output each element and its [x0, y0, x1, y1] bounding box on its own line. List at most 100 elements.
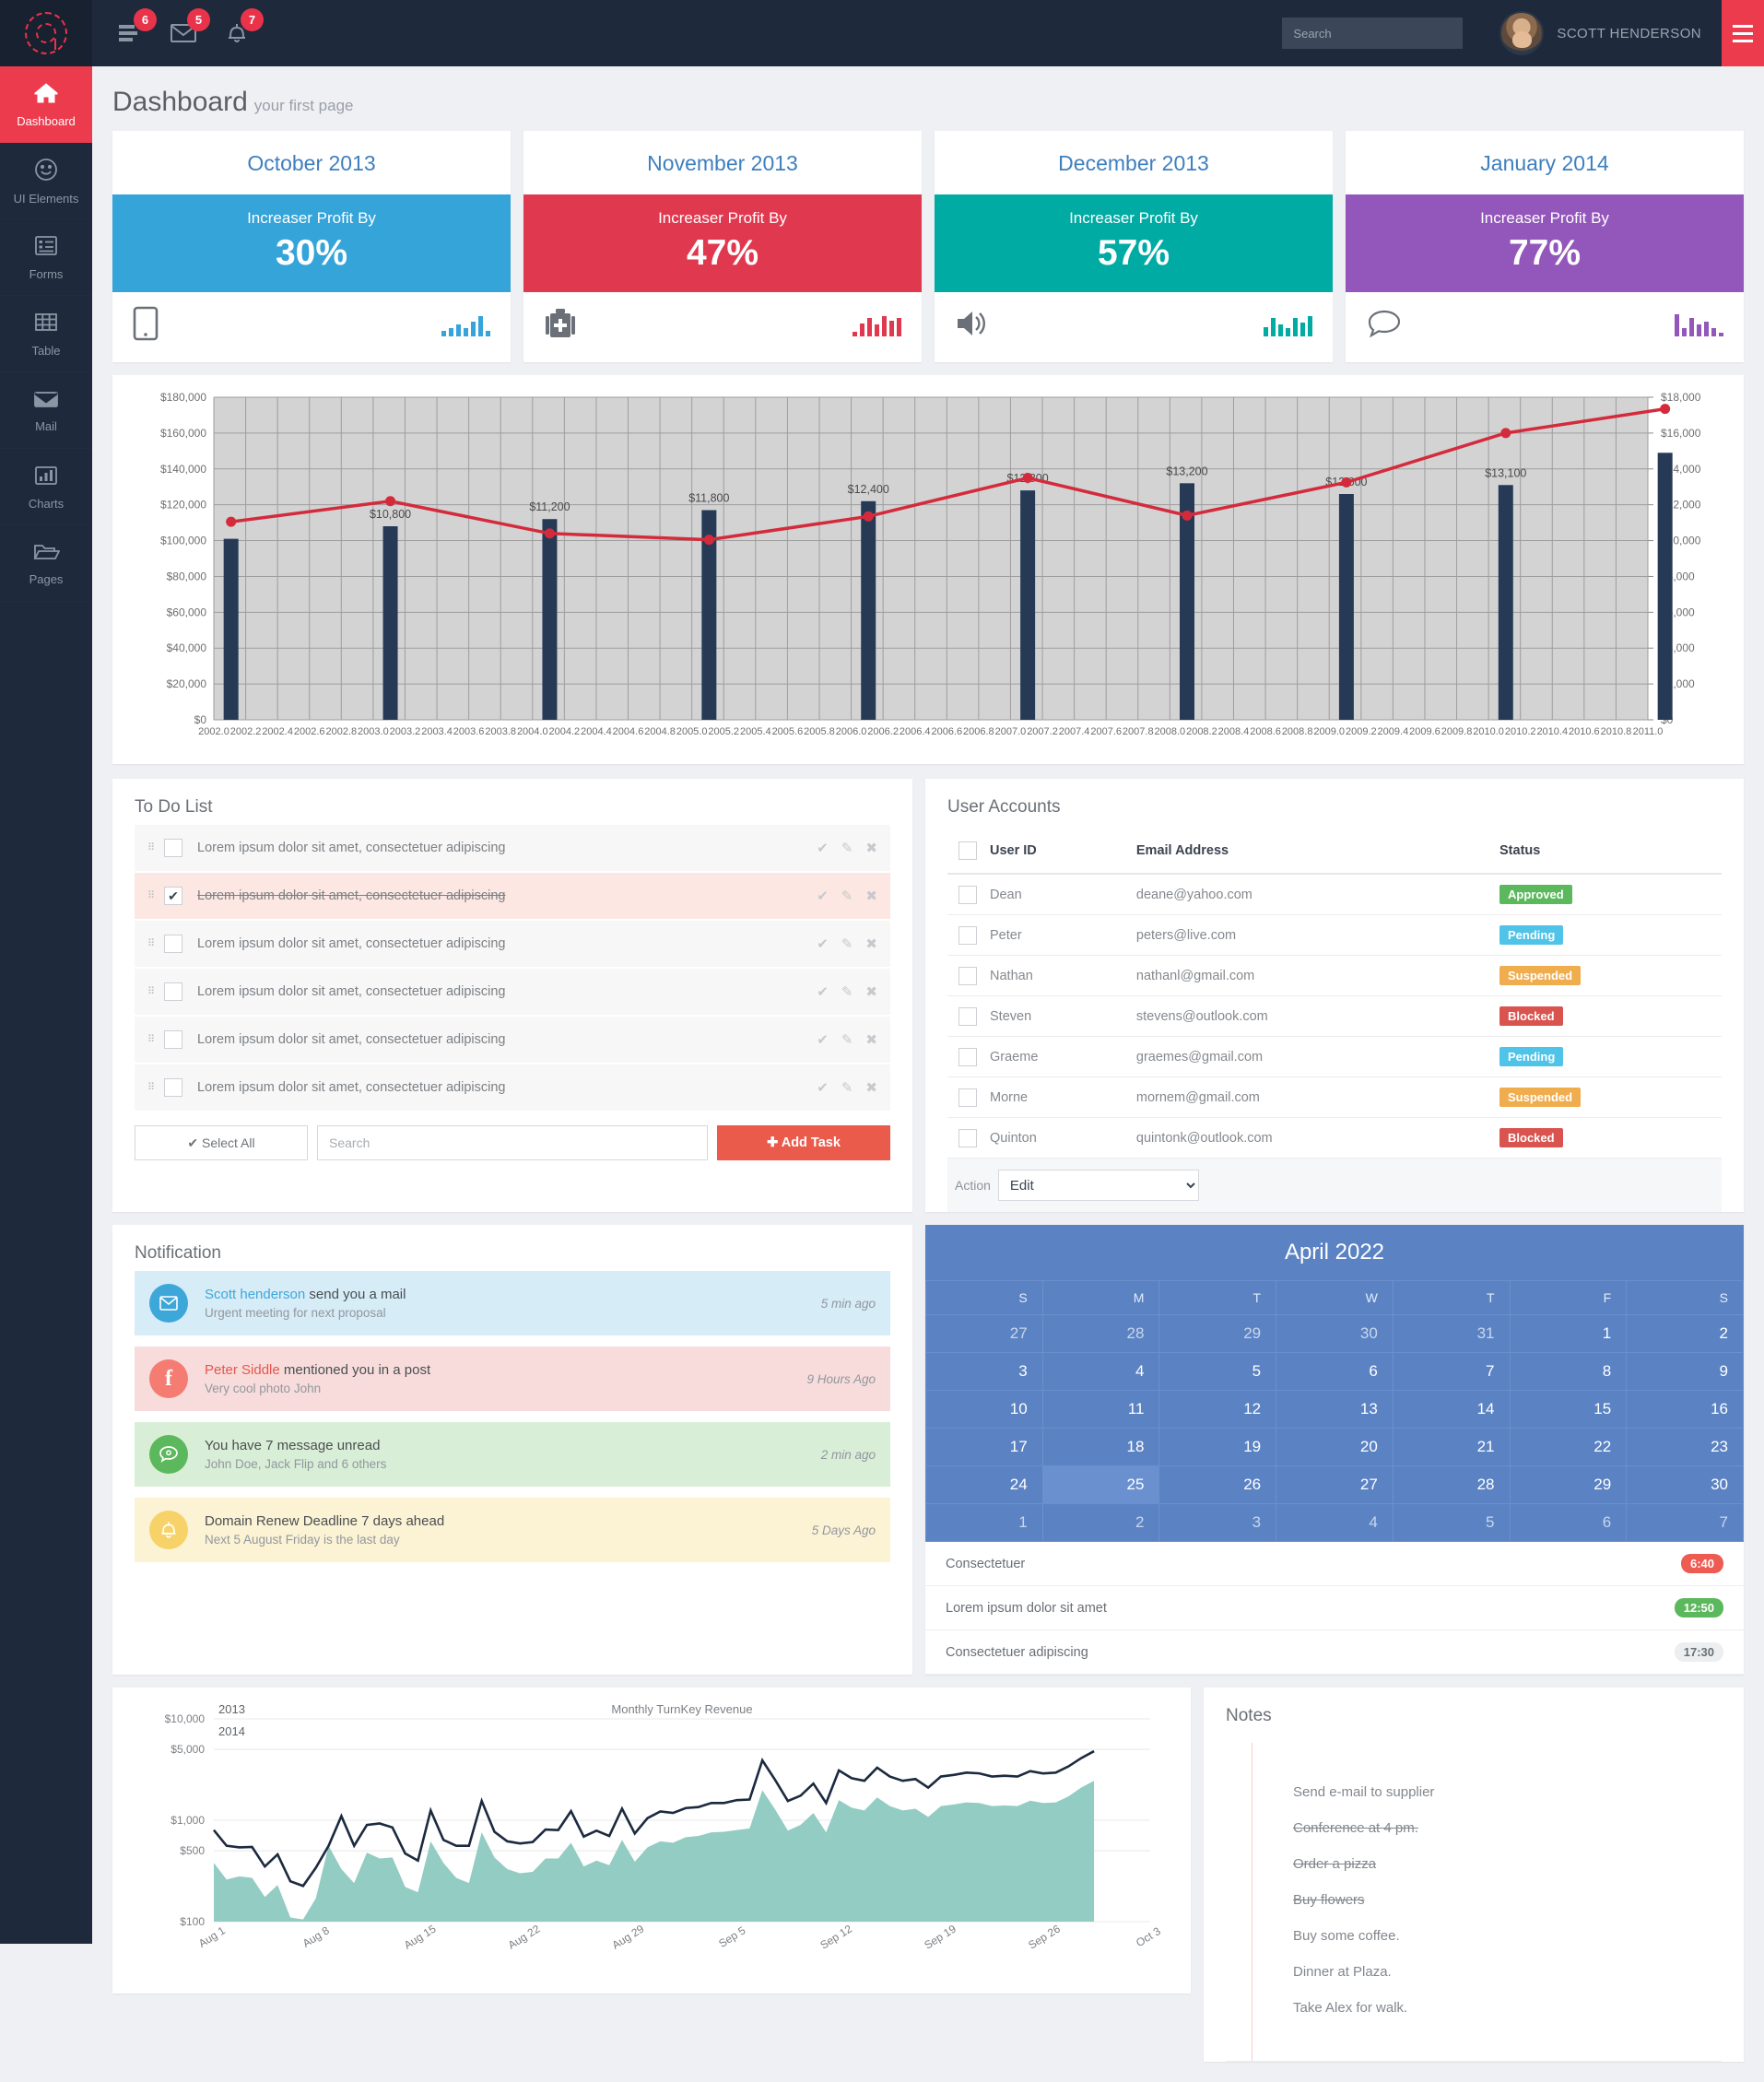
table-row[interactable]: Graeme graemes@gmail.com Pending	[947, 1036, 1722, 1077]
sidebar-item-table[interactable]: Table	[0, 296, 92, 372]
todo-item[interactable]: ⠿ Lorem ipsum dolor sit amet, consectetue…	[135, 969, 890, 1015]
todo-item[interactable]: ⠿ Lorem ipsum dolor sit amet, consectetue…	[135, 825, 890, 871]
todo-item[interactable]: ⠿ Lorem ipsum dolor sit amet, consectetue…	[135, 1065, 890, 1111]
complete-icon[interactable]: ✔	[817, 888, 829, 904]
notification-item[interactable]: Scott henderson send you a mail Urgent me…	[135, 1271, 890, 1335]
search-input[interactable]	[1282, 18, 1464, 49]
delete-icon[interactable]: ✖	[865, 840, 877, 856]
calendar-day-cell[interactable]: 17	[925, 1428, 1043, 1466]
complete-icon[interactable]: ✔	[817, 935, 829, 952]
calendar-day-cell[interactable]: 3	[925, 1352, 1043, 1391]
complete-icon[interactable]: ✔	[817, 1031, 829, 1048]
calendar-day-cell[interactable]: 22	[1509, 1428, 1628, 1466]
bell-icon[interactable]: 7	[221, 8, 264, 49]
note-item[interactable]: Buy some coffee.	[1293, 1918, 1722, 1954]
sidebar-item-ui-elements[interactable]: UI Elements	[0, 143, 92, 219]
drag-handle-icon[interactable]: ⠿	[147, 1083, 159, 1093]
drag-handle-icon[interactable]: ⠿	[147, 843, 159, 853]
sidebar-item-charts[interactable]: Charts	[0, 449, 92, 525]
action-select[interactable]: EditDeleteApproveBlock	[997, 1170, 1199, 1201]
calendar-day-cell[interactable]: 15	[1509, 1390, 1628, 1429]
table-row[interactable]: Peter peters@live.com Pending	[947, 914, 1722, 956]
row-checkbox[interactable]	[958, 885, 977, 904]
table-row[interactable]: Morne mornem@gmail.com Suspended	[947, 1076, 1722, 1118]
calendar-day-cell[interactable]: 7	[1626, 1503, 1744, 1542]
drag-handle-icon[interactable]: ⠿	[147, 987, 159, 997]
hamburger-icon[interactable]	[1722, 0, 1764, 66]
note-item[interactable]: Conference at 4 pm.	[1293, 1810, 1722, 1846]
delete-icon[interactable]: ✖	[865, 888, 877, 904]
calendar-day-cell[interactable]: 19	[1158, 1428, 1277, 1466]
revenue-combo-chart[interactable]: $0$0$20,000$2,000$40,000$4,000$60,000$6,…	[129, 388, 1727, 757]
complete-icon[interactable]: ✔	[817, 840, 829, 856]
calendar-day-cell[interactable]: 26	[1158, 1465, 1277, 1504]
drag-handle-icon[interactable]: ⠿	[147, 891, 159, 901]
calendar-day-cell[interactable]: 9	[1626, 1352, 1744, 1391]
calendar-day-cell[interactable]: 21	[1392, 1428, 1511, 1466]
calendar-day-cell[interactable]: 27	[925, 1314, 1043, 1353]
calendar-day-cell[interactable]: 29	[1158, 1314, 1277, 1353]
select-all-button[interactable]: ✔ Select All	[135, 1125, 308, 1160]
todo-checkbox[interactable]	[164, 982, 182, 1001]
notification-actor[interactable]: Peter Siddle	[205, 1362, 280, 1378]
notification-item[interactable]: Domain Renew Deadline 7 days ahead Next 5…	[135, 1498, 890, 1562]
calendar-day-cell[interactable]: 16	[1626, 1390, 1744, 1429]
calendar-day-cell[interactable]: 5	[1158, 1352, 1277, 1391]
calendar-day-cell[interactable]: 20	[1276, 1428, 1394, 1466]
calendar-grid[interactable]: SMTWTFS 27 28 29 30 31 1 2 3 4 5 6 7 8 9 10 11 12 13 14 15 1…	[925, 1280, 1744, 1542]
calendar-day-cell[interactable]: 12	[1158, 1390, 1277, 1429]
edit-icon[interactable]: ✎	[841, 888, 853, 904]
edit-icon[interactable]: ✎	[841, 840, 853, 856]
calendar-day-cell[interactable]: 30	[1626, 1465, 1744, 1504]
edit-icon[interactable]: ✎	[841, 1079, 853, 1096]
calendar-day-cell[interactable]: 11	[1041, 1390, 1160, 1429]
delete-icon[interactable]: ✖	[865, 1031, 877, 1048]
calendar-day-cell[interactable]: 4	[1276, 1503, 1394, 1542]
calendar-day-cell[interactable]: 8	[1509, 1352, 1628, 1391]
turnkey-revenue-chart[interactable]: $100 $500 $1,000 $5,000 $10,000 Monthly TurnK…	[122, 1695, 1182, 1986]
calendar-day-cell[interactable]: 31	[1392, 1314, 1511, 1353]
drag-handle-icon[interactable]: ⠿	[147, 1035, 159, 1045]
calendar-day-cell[interactable]: 24	[925, 1465, 1043, 1504]
calendar-day-cell[interactable]: 1	[1509, 1314, 1628, 1353]
calendar-day-cell[interactable]: 7	[1392, 1352, 1511, 1391]
calendar-day-cell[interactable]: 10	[925, 1390, 1043, 1429]
complete-icon[interactable]: ✔	[817, 1079, 829, 1096]
app-logo[interactable]	[0, 0, 92, 66]
mail-icon[interactable]: 5	[168, 8, 210, 49]
sidebar-item-mail[interactable]: Mail	[0, 372, 92, 449]
calendar-day-cell[interactable]: 4	[1041, 1352, 1160, 1391]
todo-search-input[interactable]	[317, 1125, 708, 1160]
note-item[interactable]: Send e-mail to supplier	[1293, 1774, 1722, 1810]
todo-checkbox[interactable]	[164, 935, 182, 953]
calendar-day-cell[interactable]: 5	[1392, 1503, 1511, 1542]
todo-item[interactable]: ⠿ Lorem ipsum dolor sit amet, consectetue…	[135, 921, 890, 967]
edit-icon[interactable]: ✎	[841, 983, 853, 1000]
calendar-event[interactable]: Consectetuer adipiscing 17:30	[925, 1630, 1744, 1675]
note-item[interactable]: Buy flowers	[1293, 1882, 1722, 1918]
row-checkbox[interactable]	[958, 925, 977, 945]
tasks-icon[interactable]: 6	[114, 8, 157, 49]
sidebar-item-dashboard[interactable]: Dashboard	[0, 66, 92, 143]
calendar-event[interactable]: Lorem ipsum dolor sit amet 12:50	[925, 1586, 1744, 1630]
calendar-day-cell[interactable]: 3	[1158, 1503, 1277, 1542]
table-row[interactable]: Nathan nathanl@gmail.com Suspended	[947, 955, 1722, 996]
todo-checkbox[interactable]	[164, 1030, 182, 1049]
calendar-day-cell[interactable]: 25	[1041, 1465, 1160, 1504]
calendar-day-cell[interactable]: 27	[1276, 1465, 1394, 1504]
calendar-day-cell[interactable]: 14	[1392, 1390, 1511, 1429]
delete-icon[interactable]: ✖	[865, 935, 877, 952]
select-all-users-checkbox[interactable]	[958, 841, 977, 860]
note-item[interactable]: Take Alex for walk.	[1293, 1990, 1722, 2026]
calendar-day-cell[interactable]: 28	[1041, 1314, 1160, 1353]
todo-item[interactable]: ⠿ ✔ Lorem ipsum dolor sit amet, consectetu…	[135, 873, 890, 919]
calendar-event[interactable]: Consectetuer 6:40	[925, 1542, 1744, 1586]
todo-checkbox[interactable]	[164, 839, 182, 857]
todo-checkbox[interactable]	[164, 1078, 182, 1097]
avatar[interactable]	[1499, 11, 1545, 55]
notification-item[interactable]: You have 7 message unread John Doe, Jack …	[135, 1422, 890, 1487]
todo-checkbox[interactable]: ✔	[164, 887, 182, 905]
table-row[interactable]: Dean deane@yahoo.com Approved	[947, 874, 1722, 915]
note-item[interactable]: Dinner at Plaza.	[1293, 1954, 1722, 1990]
drag-handle-icon[interactable]: ⠿	[147, 939, 159, 949]
